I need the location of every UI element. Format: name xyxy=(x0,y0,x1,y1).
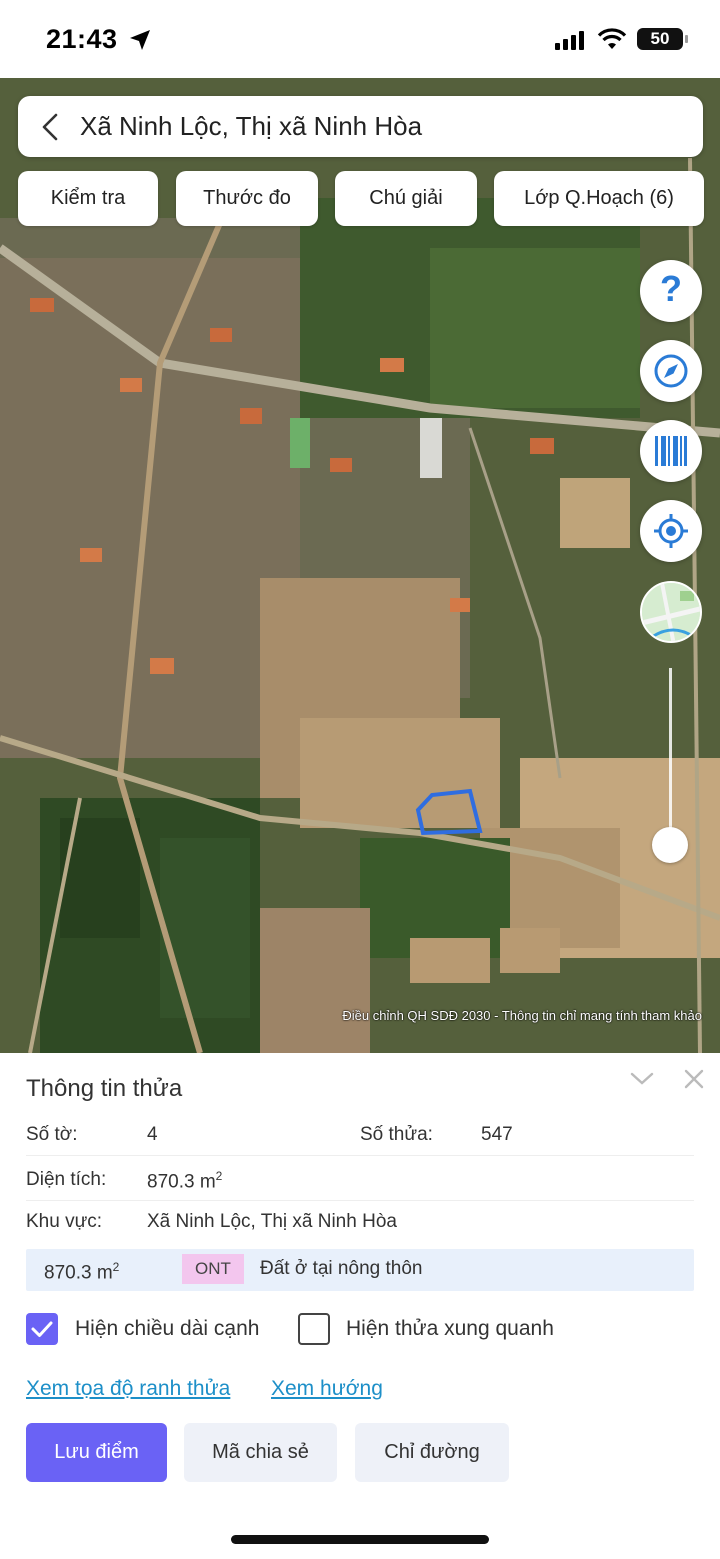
edge-length-label[interactable]: Hiện chiều dài cạnh xyxy=(75,1317,259,1341)
status-time: 21:43 xyxy=(46,24,118,54)
land-use-row: 870.3 m2 ONT Đất ở tại nông thôn xyxy=(26,1249,694,1291)
land-use-area: 870.3 m2 xyxy=(44,1260,120,1284)
close-icon[interactable] xyxy=(683,1068,705,1090)
map-disclaimer: Điều chỉnh QH SDĐ 2030 - Thông tin chỉ m… xyxy=(342,1008,702,1023)
compass-icon xyxy=(654,354,688,388)
battery-icon: 50 xyxy=(637,28,688,50)
save-point-button[interactable]: Lưu điểm xyxy=(26,1423,167,1482)
help-button[interactable]: ? xyxy=(640,260,702,322)
search-title: Xã Ninh Lộc, Thị xã Ninh Hòa xyxy=(80,111,423,141)
basemap-thumbnail[interactable] xyxy=(640,581,702,643)
so-to-value: 4 xyxy=(147,1124,158,1145)
barcode-icon xyxy=(655,436,687,466)
neighbor-parcels-label[interactable]: Hiện thửa xung quanh xyxy=(346,1317,554,1341)
directions-button[interactable]: Chỉ đường xyxy=(355,1423,509,1482)
zoom-slider-handle[interactable] xyxy=(652,827,688,863)
view-coordinates-link[interactable]: Xem tọa độ ranh thửa xyxy=(26,1377,230,1401)
search-bar[interactable]: Xã Ninh Lộc, Thị xã Ninh Hòa xyxy=(18,96,703,157)
share-code-button[interactable]: Mã chia sẻ xyxy=(184,1423,337,1482)
status-bar: 21:43 50 xyxy=(0,0,720,78)
checkmark-icon xyxy=(31,1321,53,1337)
map-tab-bar: Kiểm tra Thước đo Chú giải Lớp Q.Hoạch (… xyxy=(18,171,704,226)
chevron-down-icon[interactable] xyxy=(630,1071,654,1087)
help-icon: ? xyxy=(660,268,682,309)
panel-title: Thông tin thửa xyxy=(26,1075,183,1102)
tab-chu-giai[interactable]: Chú giải xyxy=(335,171,477,226)
so-thua-value: 547 xyxy=(481,1124,513,1145)
info-row-sheet: Số tờ: 4 Số thửa: 547 xyxy=(26,1114,694,1156)
tab-kiem-tra[interactable]: Kiểm tra xyxy=(18,171,158,226)
locate-button[interactable] xyxy=(640,500,702,562)
khu-vuc-value: Xã Ninh Lộc, Thị xã Ninh Hòa xyxy=(147,1211,397,1232)
compass-button[interactable] xyxy=(640,340,702,402)
dien-tich-label: Diện tích: xyxy=(26,1169,107,1190)
satellite-map[interactable]: Xã Ninh Lộc, Thị xã Ninh Hòa Kiểm tra Th… xyxy=(0,78,720,1053)
wifi-icon xyxy=(597,28,627,49)
location-arrow-icon xyxy=(130,30,150,50)
khu-vuc-label: Khu vực: xyxy=(26,1211,103,1232)
info-row-area: Diện tích: 870.3 m2 xyxy=(26,1159,694,1201)
land-use-code-badge: ONT xyxy=(182,1254,244,1284)
tab-thuoc-do[interactable]: Thước đo xyxy=(176,171,318,226)
land-use-description: Đất ở tại nông thôn xyxy=(260,1258,423,1279)
neighbor-parcels-checkbox[interactable] xyxy=(298,1313,330,1345)
view-direction-link[interactable]: Xem hướng xyxy=(271,1377,383,1401)
edge-length-checkbox[interactable] xyxy=(26,1313,58,1345)
parcel-info-panel: Thông tin thửa Số tờ: 4 Số thửa: 547 Diệ… xyxy=(0,1053,720,1559)
info-row-region: Khu vực: Xã Ninh Lộc, Thị xã Ninh Hòa xyxy=(26,1201,694,1243)
home-indicator[interactable] xyxy=(231,1535,489,1544)
barcode-button[interactable] xyxy=(640,420,702,482)
so-to-label: Số tờ: xyxy=(26,1124,78,1145)
locate-icon xyxy=(654,514,688,548)
back-chevron-icon[interactable] xyxy=(38,112,62,142)
so-thua-label: Số thửa: xyxy=(360,1124,433,1145)
cellular-signal-icon xyxy=(555,31,584,50)
dien-tich-value: 870.3 m2 xyxy=(147,1169,223,1193)
tab-lop-quy-hoach[interactable]: Lớp Q.Hoạch (6) xyxy=(494,171,704,226)
zoom-slider-track[interactable] xyxy=(669,668,672,846)
